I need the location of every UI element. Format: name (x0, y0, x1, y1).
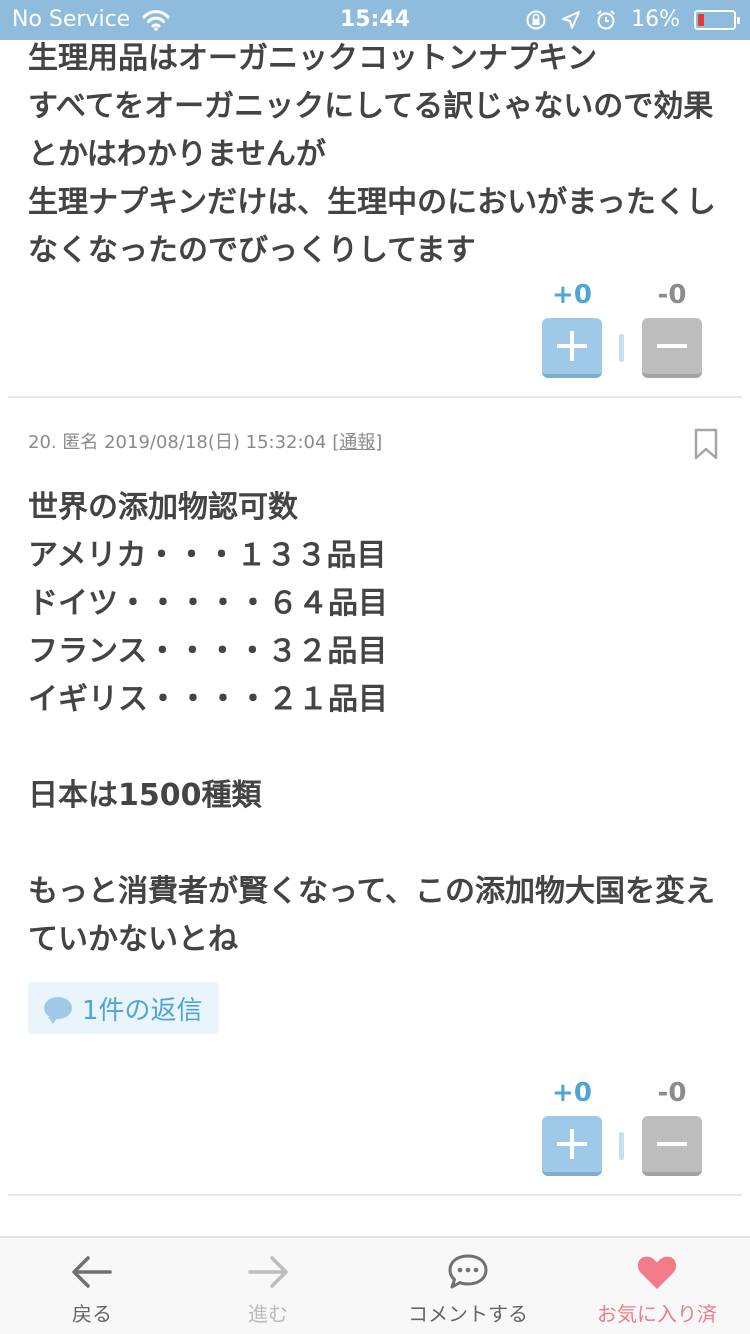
comment-list[interactable]: 生理用品はオーガニックコットンナプキン すべてをオーガニックにしてる訳じゃないの… (0, 40, 750, 1236)
report-link[interactable]: 通報 (339, 432, 375, 453)
reply-count-button[interactable]: 1件の返信 (28, 982, 219, 1034)
forward-button[interactable]: 進む (228, 1238, 308, 1334)
comment-line: とかはわかりませんが (28, 137, 326, 172)
comment-line: ドイツ・・・・・６４品目 (28, 586, 388, 621)
orientation-lock-icon (526, 10, 546, 29)
comment-bubble-icon (448, 1254, 488, 1289)
comment-meta: 20. 匿名 2019/08/18(日) 15:32:04 [通報] (28, 428, 382, 454)
divider (8, 396, 742, 398)
back-label: 戻る (72, 1302, 112, 1326)
comment-line: 世界の添加物認可数 (28, 490, 298, 525)
battery-percent: 16% (631, 7, 680, 32)
vote-separator (619, 334, 624, 362)
comment-line: 日本は1500種類 (28, 778, 262, 813)
arrow-right-icon (248, 1256, 288, 1288)
comment-line-blank (28, 724, 722, 772)
divider (8, 1194, 742, 1196)
minus-count: -0 (657, 280, 687, 310)
speech-bubble-icon (44, 997, 72, 1024)
comment-line: アメリカ・・・１３３品目 (28, 538, 387, 573)
comment-line: すべてをオーガニックにしてる訳じゃないので効果 (28, 89, 714, 124)
vote-separator (619, 1132, 624, 1160)
forward-label: 進む (248, 1302, 288, 1326)
reply-count-label: 1件の返信 (82, 995, 203, 1026)
plus-count: +0 (552, 280, 592, 310)
comment-number: 20. (28, 432, 57, 453)
previous-comment-body: 生理用品はオーガニックコットンナプキン すべてをオーガニックにしてる訳じゃないの… (0, 40, 750, 275)
favorite-label: お気に入り済 (597, 1302, 717, 1326)
comment-line-blank (28, 820, 722, 868)
comment-line: なくなったのでびっくりしてます (28, 233, 476, 268)
comment-line: イギリス・・・・２１品目 (28, 682, 388, 717)
favorite-button[interactable]: お気に入り済 (590, 1238, 724, 1334)
arrow-left-icon (72, 1256, 112, 1288)
minus-vote-button[interactable] (642, 318, 702, 378)
battery-icon (694, 9, 740, 30)
write-comment-button[interactable]: コメントする (400, 1238, 536, 1334)
heart-icon (637, 1256, 677, 1289)
minus-count: -0 (657, 1078, 687, 1108)
comment-date: 2019/08/18(日) 15:32:04 (104, 432, 327, 453)
bookmark-icon[interactable] (694, 428, 718, 460)
write-comment-label: コメントする (408, 1302, 528, 1326)
status-bar: No Service 15:44 16% (0, 0, 750, 40)
comment-body: 世界の添加物認可数 アメリカ・・・１３３品目 ドイツ・・・・・６４品目 フランス… (0, 484, 750, 964)
plus-vote-button[interactable] (542, 318, 602, 378)
plus-vote-button[interactable] (542, 1116, 602, 1176)
alarm-icon (597, 9, 615, 29)
location-icon (562, 10, 581, 29)
comment-line: 生理ナプキンだけは、生理中のにおいがまったくし (28, 185, 716, 220)
back-button[interactable]: 戻る (52, 1238, 132, 1334)
minus-vote-button[interactable] (642, 1116, 702, 1176)
comment-author: 匿名 (62, 432, 99, 453)
previous-vote-controls: +0 -0 (542, 280, 702, 380)
comment-line: フランス・・・・３２品目 (28, 634, 388, 669)
plus-count: +0 (552, 1078, 592, 1108)
comment-line: ていかないとね (28, 922, 238, 957)
comment-line: 生理用品はオーガニックコットンナプキン (28, 41, 598, 76)
status-right: 16% (525, 7, 740, 32)
vote-controls: +0 -0 (542, 1078, 702, 1178)
comment-line: もっと消費者が賢くなって、この添加物大国を変え (28, 874, 715, 909)
bottom-nav: 戻る 進む コメントする お気に入り済 (0, 1236, 750, 1334)
report-close: ] (375, 432, 383, 453)
